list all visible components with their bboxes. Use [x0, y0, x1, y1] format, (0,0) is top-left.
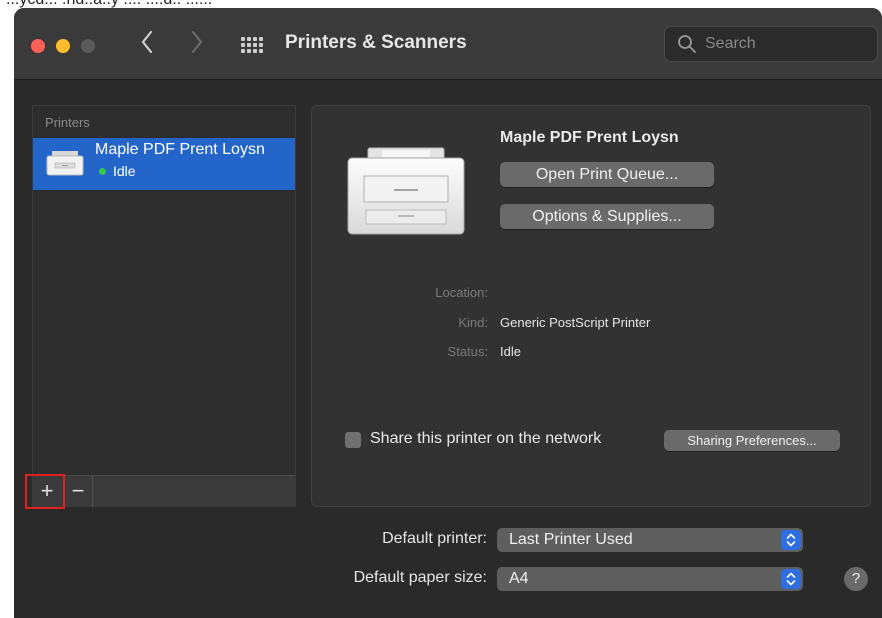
minimize-window-button[interactable]: [56, 39, 70, 53]
printer-status: Idle: [113, 163, 136, 179]
close-window-button[interactable]: [31, 39, 45, 53]
top-caption-text: ...ycd... .nd..a..y .... ....d.. ......: [6, 0, 212, 9]
printers-scanners-window: Printers & Scanners Printers Maple PDF P…: [14, 8, 882, 618]
options-supplies-button[interactable]: Options & Supplies...: [500, 204, 714, 229]
printers-list-toolbar: + −: [33, 475, 295, 507]
status-label: Status:: [447, 344, 488, 359]
chevron-right-icon: [191, 30, 203, 54]
printer-large-icon: [347, 147, 465, 235]
sharing-preferences-button[interactable]: Sharing Preferences...: [664, 430, 840, 451]
status-value: Idle: [500, 344, 521, 359]
open-print-queue-button[interactable]: Open Print Queue...: [500, 162, 714, 187]
window-title: Printers & Scanners: [285, 32, 467, 53]
back-button[interactable]: [140, 29, 154, 60]
popup-arrows-icon: [781, 569, 801, 589]
printers-list-header: Printers: [45, 115, 90, 130]
location-label: Location:: [435, 285, 488, 300]
default-paper-value: A4: [509, 570, 529, 587]
share-printer-checkbox[interactable]: [345, 432, 361, 448]
share-printer-label[interactable]: Share this printer on the network: [370, 430, 601, 448]
idle-status-dot-icon: [99, 168, 106, 175]
printer-details-panel: Maple PDF Prent Loysn Open Print Queue..…: [311, 105, 871, 507]
printer-list-item[interactable]: Maple PDF Prent Loysn Idle: [33, 138, 295, 190]
search-box[interactable]: [664, 26, 878, 62]
zoom-window-button[interactable]: [81, 39, 95, 53]
help-button[interactable]: ?: [844, 567, 868, 591]
printers-list: Printers Maple PDF Prent Loysn Idle + −: [32, 105, 296, 507]
remove-printer-button[interactable]: −: [63, 476, 93, 507]
default-printer-label: Default printer:: [382, 530, 487, 547]
printer-icon: [46, 151, 84, 176]
popup-arrows-icon: [781, 530, 801, 550]
default-paper-label: Default paper size:: [353, 569, 487, 586]
default-printer-value: Last Printer Used: [509, 531, 633, 548]
printer-name: Maple PDF Prent Loysn: [95, 141, 265, 158]
kind-value: Generic PostScript Printer: [500, 315, 651, 330]
search-input[interactable]: [703, 33, 867, 55]
default-paper-popup[interactable]: A4: [497, 567, 803, 591]
kind-label: Kind:: [458, 315, 488, 330]
default-printer-popup[interactable]: Last Printer Used: [497, 528, 803, 552]
search-icon: [678, 35, 696, 53]
chevron-left-icon: [141, 30, 153, 54]
add-button-highlight: [25, 474, 65, 509]
show-all-grid-icon[interactable]: [241, 37, 263, 53]
title-bar: Printers & Scanners: [14, 8, 882, 80]
forward-button[interactable]: [190, 29, 204, 60]
printer-title: Maple PDF Prent Loysn: [500, 129, 679, 146]
